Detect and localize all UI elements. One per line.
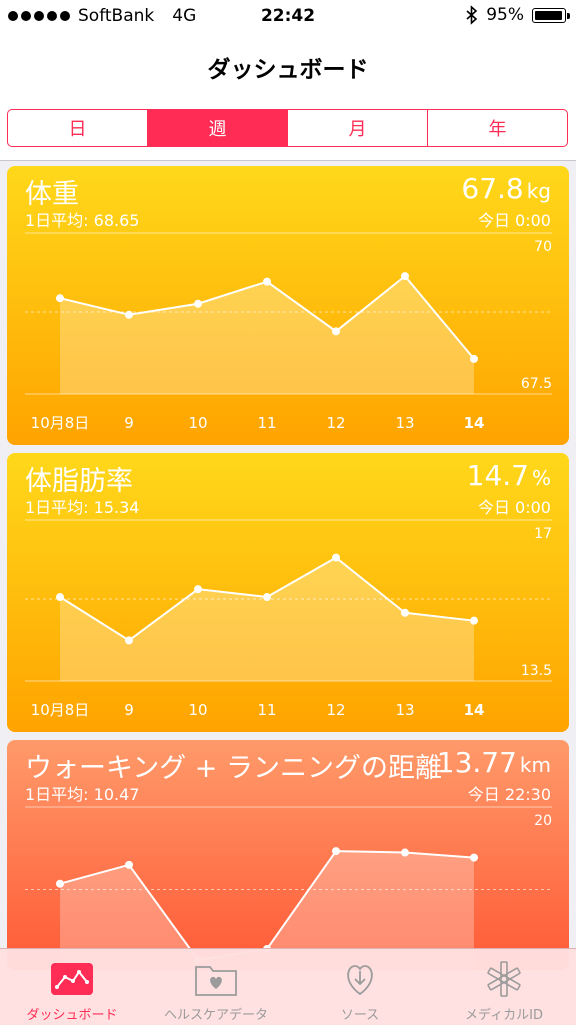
data-point [194,585,202,594]
data-point [56,593,64,602]
walking-running-distance-card[interactable]: ウォーキング + ランニングの距離 1日平均: 10.47 13.77 km 今日… [7,740,569,970]
body-fat-chart: 17 13.5 10月8日 9 10 11 12 13 14 [25,519,552,719]
dashboard-chart-icon [51,963,93,995]
data-point [332,553,340,562]
data-point [56,294,64,303]
x-tick-label: 9 [124,414,134,432]
navigation-bar: ダッシュボード 日 週 月 年 [0,34,576,161]
body-fat-card[interactable]: 体脂肪率 1日平均: 15.34 14.7% 今日 0:00 17 13.5 10月… [7,453,569,732]
data-point [263,593,271,602]
segment-week[interactable]: 週 [148,110,288,146]
weight-card[interactable]: 体重 1日平均: 68.65 67.8 kg 今日 0:00 70 67.5 10月8… [7,166,569,445]
data-point [125,860,133,869]
tab-label: ヘルスケアデータ [163,1008,268,1023]
data-point [401,608,409,617]
x-tick-label: 10 [188,414,207,432]
battery-icon [532,7,570,23]
x-tick-label: 9 [124,701,134,719]
status-bar: SoftBank 4G 22:42 95% [0,0,576,34]
bluetooth-icon [466,5,478,25]
segment-day[interactable]: 日 [8,110,148,146]
period-segmented-control: 日 週 月 年 [7,109,568,147]
segment-year[interactable]: 年 [428,110,567,146]
x-tick-label: 11 [257,414,276,432]
area-fill [60,557,474,681]
tab-health-data[interactable]: ヘルスケアデータ [144,949,288,1025]
x-tick-label: 12 [326,414,345,432]
data-point [470,354,478,363]
data-point [470,853,478,862]
data-point [332,847,340,856]
x-tick-label: 13 [395,701,414,719]
tab-dashboard[interactable]: ダッシュボード [0,949,144,1025]
x-tick-label: 14 [464,414,485,432]
status-right: 95% [466,5,570,25]
sources-heart-icon [347,965,373,996]
x-tick-label: 12 [326,701,345,719]
tab-label: ダッシュボード [26,1008,118,1023]
x-tick-label: 14 [464,701,485,719]
tab-label: ソース [340,1008,380,1023]
data-point [401,272,409,281]
health-data-folder-icon [195,966,237,996]
y-max-label: 17 [534,526,552,542]
x-tick-label: 13 [395,414,414,432]
data-point [263,277,271,286]
segment-month[interactable]: 月 [288,110,428,146]
x-tick-label: 10月8日 [31,414,90,432]
y-min-label: 13.5 [521,663,552,679]
tab-sources[interactable]: ソース [288,949,432,1025]
x-tick-label: 10 [188,701,207,719]
y-max-label: 20 [534,813,552,829]
data-point [194,299,202,308]
weight-chart: 70 67.5 10月8日 9 10 11 12 13 14 [25,232,552,432]
data-point [125,636,133,645]
data-point [401,848,409,857]
battery-percent: 95% [486,5,524,25]
x-tick-label: 11 [257,701,276,719]
y-max-label: 70 [534,239,552,255]
data-point [470,616,478,625]
data-point [332,327,340,336]
tab-bar: ダッシュボード ヘルスケアデータ ソース メディカルID [0,948,576,1025]
distance-chart: 20 [25,806,552,970]
y-min-label: 67.5 [521,376,552,392]
page-title: ダッシュボード [207,57,369,83]
x-tick-label: 10月8日 [31,701,90,719]
medical-id-icon [487,961,521,997]
tab-medical-id[interactable]: メディカルID [432,949,576,1025]
tab-label: メディカルID [465,1008,543,1023]
data-point [56,879,64,888]
area-fill [60,276,474,394]
data-point [125,310,133,319]
